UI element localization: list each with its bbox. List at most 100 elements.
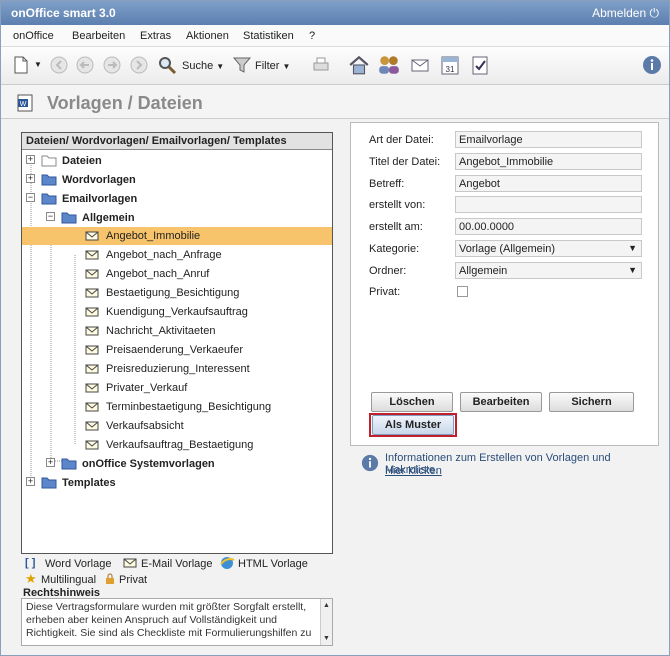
contacts-icon[interactable]: [377, 54, 401, 76]
collapse-icon[interactable]: −: [26, 193, 35, 202]
chevron-down-icon: ▼: [628, 265, 637, 275]
betreff-label: Betreff:: [369, 178, 405, 190]
menu-aktionen[interactable]: Aktionen: [186, 30, 229, 42]
betreff-field[interactable]: Angebot: [455, 175, 642, 192]
calendar-icon[interactable]: 31: [440, 54, 460, 76]
filter-dropdown-icon: ▼: [282, 62, 291, 71]
new-document-icon[interactable]: [11, 55, 31, 75]
save-button[interactable]: Sichern: [549, 392, 634, 412]
home-icon[interactable]: [348, 54, 370, 76]
erstellt-am-label: erstellt am:: [369, 221, 423, 233]
logout-link[interactable]: Abmelden ⏻: [592, 6, 659, 21]
scrollbar[interactable]: ▲ ▼: [320, 599, 332, 645]
search-dropdown-icon: ▼: [216, 62, 225, 71]
expand-icon[interactable]: +: [26, 155, 35, 164]
menu-onoffice[interactable]: onOffice: [13, 30, 54, 42]
menu-extras[interactable]: Extras: [140, 30, 171, 42]
art-field[interactable]: Emailvorlage: [455, 131, 642, 148]
ordner-label: Ordner:: [369, 265, 407, 277]
first-record-icon[interactable]: [49, 55, 69, 75]
tree-item[interactable]: Kuendigung_Verkaufsauftrag: [22, 303, 332, 321]
filter-icon[interactable]: [232, 55, 252, 75]
expand-icon[interactable]: +: [46, 458, 55, 467]
email-icon[interactable]: [409, 55, 431, 75]
tree-item[interactable]: Angebot_nach_Anruf: [22, 265, 332, 283]
rechtshinweis-text[interactable]: Diese Vertragsformulare wurden mit größt…: [21, 598, 333, 646]
email-template-icon: [85, 326, 99, 336]
kategorie-select[interactable]: Vorlage (Allgemein) ▼: [455, 240, 642, 257]
email-template-icon: [85, 345, 99, 355]
menu-statistiken[interactable]: Statistiken: [243, 30, 294, 42]
tree-item[interactable]: Nachricht_Aktivitaeten: [22, 322, 332, 340]
svg-text:W: W: [20, 101, 27, 108]
new-dropdown-icon[interactable]: ▼: [34, 60, 42, 69]
as-template-button[interactable]: Als Muster: [372, 415, 454, 435]
menu-help[interactable]: ?: [309, 30, 315, 42]
titel-label: Titel der Datei:: [369, 156, 441, 168]
email-template-icon: [85, 288, 99, 298]
erstellt-am-field[interactable]: 00.00.0000: [455, 218, 642, 235]
chevron-down-icon: ▼: [628, 243, 637, 253]
tree-item[interactable]: Terminbestaetigung_Besichtigung: [22, 398, 332, 416]
page-header: W Vorlagen / Dateien: [1, 85, 669, 119]
previous-record-icon[interactable]: [75, 55, 95, 75]
tree-item[interactable]: Angebot_nach_Anfrage: [22, 246, 332, 264]
kategorie-value: Vorlage (Allgemein): [459, 243, 555, 255]
lock-icon: [106, 573, 114, 584]
toolbar: ▼ Suche ▼ Filter ▼ 31: [1, 47, 669, 85]
email-template-icon: [85, 364, 99, 374]
details-form: Art der Datei: Emailvorlage Titel der Da…: [350, 122, 659, 446]
next-record-icon[interactable]: [102, 55, 122, 75]
word-template-legend-icon: [ ]: [25, 557, 36, 569]
app-window: onOffice smart 3.0 Abmelden ⏻ onOffice B…: [0, 0, 670, 656]
tree-item[interactable]: Preisaenderung_Verkaeufer: [22, 341, 332, 359]
search-button[interactable]: Suche ▼: [182, 60, 224, 72]
tree-item[interactable]: Preisreduzierung_Interessent: [22, 360, 332, 378]
email-template-icon: [85, 250, 99, 260]
expand-icon[interactable]: +: [26, 174, 35, 183]
print-icon[interactable]: [311, 55, 331, 75]
email-template-icon: [85, 421, 99, 431]
folder-icon: [41, 155, 57, 167]
email-template-icon: [85, 269, 99, 279]
titel-field[interactable]: Angebot_Immobilie: [455, 153, 642, 170]
delete-button[interactable]: Löschen: [371, 392, 453, 412]
tree-item-selected[interactable]: Angebot_Immobilie: [22, 227, 332, 245]
folder-icon: [41, 477, 57, 489]
tree-item[interactable]: Privater_Verkauf: [22, 379, 332, 397]
scroll-down-icon[interactable]: ▼: [323, 632, 330, 645]
info-icon[interactable]: [642, 55, 662, 75]
menu-bar: onOffice Bearbeiten Extras Aktionen Stat…: [1, 25, 669, 47]
info-link[interactable]: Hier klicken: [385, 465, 442, 477]
tree-item[interactable]: Verkaufsauftrag_Bestaetigung: [22, 436, 332, 454]
privat-checkbox[interactable]: [457, 286, 468, 297]
ordner-select[interactable]: Allgemein ▼: [455, 262, 642, 279]
email-template-legend-icon: [123, 558, 137, 568]
legend-word: Word Vorlage: [45, 558, 112, 570]
kategorie-label: Kategorie:: [369, 243, 420, 255]
erstellt-von-field[interactable]: [455, 196, 642, 213]
email-template-icon: [85, 231, 99, 241]
tree-header: Dateien/ Wordvorlagen/ Emailvorlagen/ Te…: [22, 133, 332, 150]
page-title: Vorlagen / Dateien: [47, 93, 203, 113]
email-template-icon: [85, 383, 99, 393]
last-record-icon[interactable]: [129, 55, 149, 75]
html-template-legend-icon: [220, 557, 235, 569]
expand-icon[interactable]: +: [26, 477, 35, 486]
edit-button[interactable]: Bearbeiten: [460, 392, 542, 412]
search-icon[interactable]: [157, 55, 177, 75]
ordner-value: Allgemein: [459, 265, 508, 277]
tree-item[interactable]: Bestaetigung_Besichtigung: [22, 284, 332, 302]
app-title: onOffice smart 3.0: [11, 6, 116, 20]
tasks-icon[interactable]: [470, 54, 490, 76]
info-icon: [361, 454, 379, 472]
title-bar: onOffice smart 3.0 Abmelden ⏻: [1, 1, 669, 25]
art-label: Art der Datei:: [369, 134, 434, 146]
filter-button[interactable]: Filter ▼: [255, 60, 290, 72]
menu-bearbeiten[interactable]: Bearbeiten: [72, 30, 125, 42]
tree-item[interactable]: Verkaufsabsicht: [22, 417, 332, 435]
scroll-up-icon[interactable]: ▲: [323, 599, 330, 612]
erstellt-von-label: erstellt von:: [369, 199, 426, 211]
template-tree-panel: Dateien/ Wordvorlagen/ Emailvorlagen/ Te…: [21, 132, 333, 554]
collapse-icon[interactable]: −: [46, 212, 55, 221]
